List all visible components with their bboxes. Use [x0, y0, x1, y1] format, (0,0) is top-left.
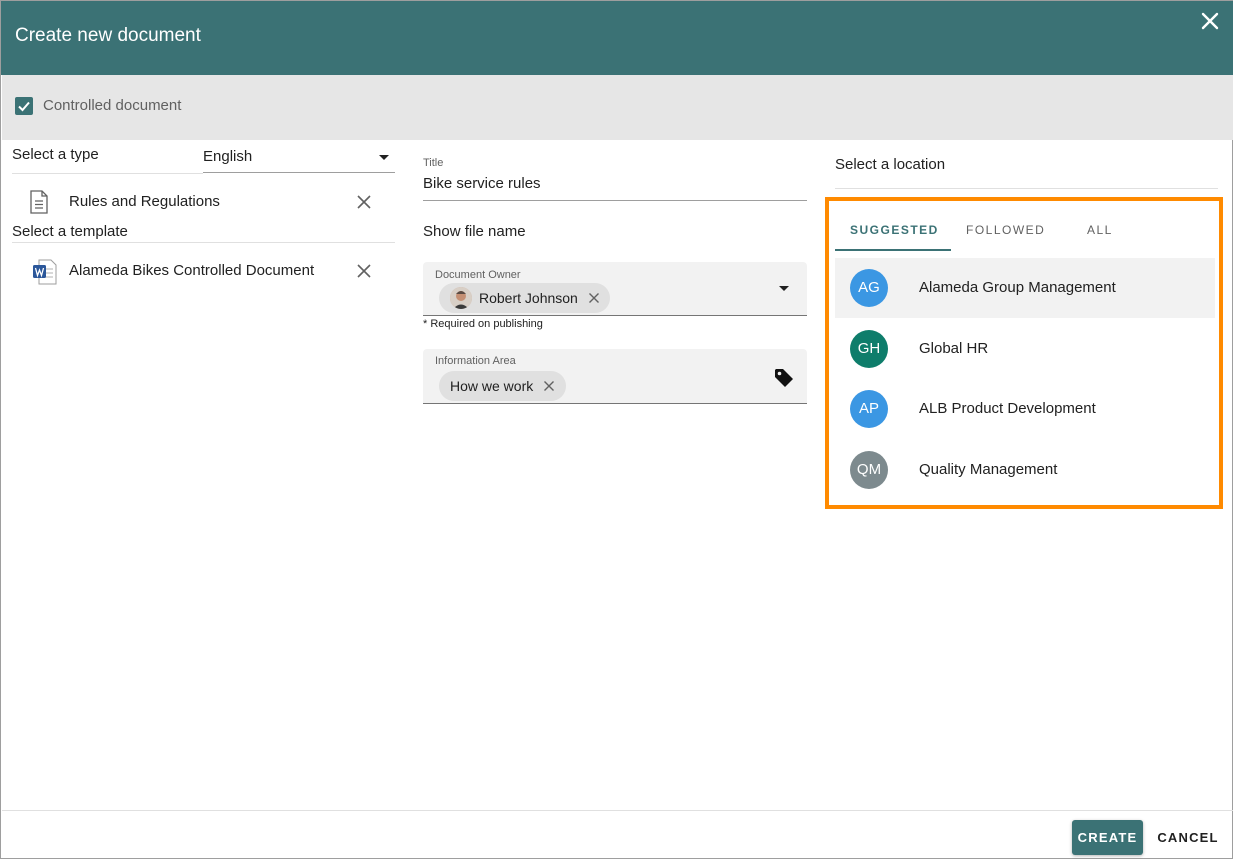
title-field[interactable]: Title Bike service rules: [423, 153, 807, 201]
document-owner-field[interactable]: Document Owner Robert Johnson: [423, 262, 807, 316]
required-note: * Required on publishing: [423, 318, 543, 330]
document-icon: [30, 190, 48, 214]
controlled-document-bar: Controlled document: [2, 75, 1233, 140]
location-name: Global HR: [919, 340, 989, 357]
chevron-down-icon: [379, 155, 389, 160]
avatar: AP: [850, 390, 888, 428]
tab-suggested[interactable]: SUGGESTED: [850, 223, 939, 237]
tag-icon[interactable]: [773, 367, 795, 389]
word-icon: [33, 259, 57, 285]
template-name: Alameda Bikes Controlled Document: [69, 262, 315, 279]
avatar: QM: [850, 451, 888, 489]
template-label: Select a template: [12, 223, 128, 240]
location-item[interactable]: AG Alameda Group Management: [835, 258, 1215, 318]
remove-area-icon[interactable]: [543, 380, 555, 392]
location-name: Quality Management: [919, 461, 1058, 478]
active-tab-indicator: [835, 249, 951, 251]
tab-all[interactable]: ALL: [1087, 223, 1113, 237]
language-value: English: [203, 148, 253, 165]
divider: [835, 188, 1218, 189]
remove-template-icon[interactable]: [356, 263, 372, 279]
selected-template-item: Alameda Bikes Controlled Document: [12, 251, 395, 291]
footer-divider: [2, 810, 1233, 811]
avatar: GH: [850, 330, 888, 368]
remove-owner-icon[interactable]: [588, 292, 600, 304]
show-file-name-link[interactable]: Show file name: [423, 223, 526, 240]
controlled-document-label: Controlled document: [43, 97, 182, 114]
information-area-name: How we work: [450, 378, 534, 394]
document-owner-label: Document Owner: [435, 269, 521, 281]
divider: [12, 242, 395, 243]
tab-followed[interactable]: FOLLOWED: [966, 223, 1045, 237]
create-button[interactable]: CREATE: [1072, 820, 1143, 855]
remove-type-icon[interactable]: [356, 194, 372, 210]
checkmark-icon: [18, 101, 30, 112]
create-document-dialog: Create new document Controlled document …: [0, 0, 1233, 859]
location-item[interactable]: QM Quality Management: [835, 440, 1215, 500]
location-item[interactable]: GH Global HR: [835, 319, 1215, 379]
location-picker-highlight: SUGGESTED FOLLOWED ALL AG Alameda Group …: [825, 197, 1223, 509]
owner-name: Robert Johnson: [479, 290, 578, 306]
location-item[interactable]: AP ALB Product Development: [835, 379, 1215, 439]
cancel-button[interactable]: CANCEL: [1153, 820, 1223, 855]
language-select[interactable]: English: [203, 141, 395, 173]
dialog-title: Create new document: [15, 25, 201, 46]
controlled-document-checkbox[interactable]: [15, 97, 33, 115]
information-area-label: Information Area: [435, 355, 516, 367]
information-area-chip: How we work: [439, 371, 566, 401]
type-name: Rules and Regulations: [69, 193, 220, 210]
location-name: Alameda Group Management: [919, 279, 1116, 296]
dialog-header: Create new document: [1, 1, 1233, 75]
title-value: Bike service rules: [423, 175, 541, 192]
information-area-field[interactable]: Information Area How we work: [423, 349, 807, 404]
divider: [12, 173, 203, 174]
avatar: [450, 287, 472, 309]
title-label: Title: [423, 157, 444, 169]
location-name: ALB Product Development: [919, 400, 1096, 417]
chevron-down-icon[interactable]: [779, 286, 789, 291]
type-label: Select a type: [12, 146, 99, 163]
owner-chip: Robert Johnson: [439, 283, 610, 313]
selected-type-item: Rules and Regulations: [12, 182, 395, 222]
avatar: AG: [850, 269, 888, 307]
close-icon[interactable]: [1200, 11, 1220, 31]
location-label: Select a location: [835, 156, 946, 173]
